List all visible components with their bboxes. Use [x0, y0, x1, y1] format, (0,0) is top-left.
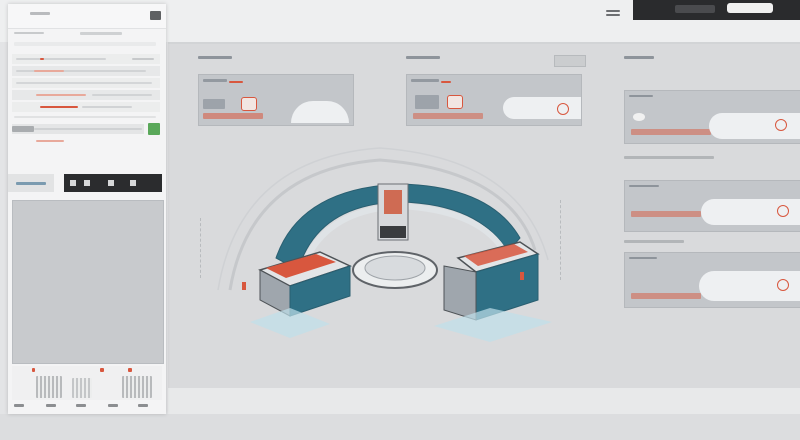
- machine-card-2[interactable]: [406, 74, 582, 126]
- left-panel: [8, 4, 166, 414]
- status-card-2[interactable]: [624, 180, 800, 232]
- canvas-annotation-right: [560, 200, 563, 280]
- tool-icon-1[interactable]: [70, 180, 76, 186]
- list-item[interactable]: [12, 66, 160, 76]
- status-card-1[interactable]: [624, 90, 800, 144]
- status-card-1-caption: [624, 156, 724, 160]
- list-item[interactable]: [12, 102, 160, 112]
- window-icon[interactable]: [150, 11, 161, 20]
- left-panel-footer: [12, 402, 162, 410]
- list-item[interactable]: [12, 78, 160, 88]
- panel-toolbar-dark: [64, 174, 162, 192]
- list-item[interactable]: [12, 90, 160, 100]
- status-card-3[interactable]: [624, 252, 800, 308]
- topbar-control-right[interactable]: [727, 3, 773, 13]
- progress-slider[interactable]: [12, 124, 144, 134]
- footer-tab[interactable]: [14, 404, 24, 407]
- topbar-menu-icon[interactable]: [606, 10, 620, 16]
- topbar-dark-toolbar: [633, 0, 800, 20]
- left-panel-header: [8, 4, 166, 29]
- tool-icon-4[interactable]: [130, 180, 136, 186]
- machine-illustration: [217, 147, 552, 342]
- thumbnail-strip: [12, 366, 162, 400]
- panel-tab-button[interactable]: [554, 55, 586, 67]
- list-item[interactable]: [12, 54, 160, 64]
- panel-header-2: [406, 56, 446, 60]
- bottom-strip: [168, 388, 800, 414]
- panel-header-1: [198, 56, 238, 60]
- preview-area: [12, 200, 164, 364]
- footer-tab[interactable]: [138, 404, 148, 407]
- footer-tab[interactable]: [76, 404, 86, 407]
- panel-header-3: [624, 56, 664, 60]
- topbar-control-left[interactable]: [675, 5, 715, 13]
- panel-tab-light[interactable]: [8, 174, 54, 192]
- canvas-annotation-left: [200, 218, 207, 278]
- tool-icon-3[interactable]: [108, 180, 114, 186]
- status-bar: [0, 414, 800, 440]
- footer-tab[interactable]: [46, 404, 56, 407]
- footer-tab[interactable]: [108, 404, 118, 407]
- tool-icon-2[interactable]: [84, 180, 90, 186]
- confirm-toggle[interactable]: [148, 123, 160, 135]
- machine-card-1[interactable]: [198, 74, 354, 126]
- status-card-2-caption: [624, 240, 704, 244]
